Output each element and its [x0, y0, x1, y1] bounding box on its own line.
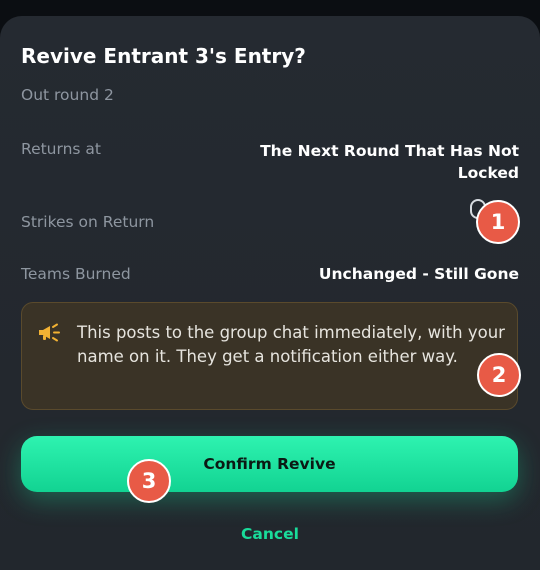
cancel-button[interactable]: Cancel	[0, 525, 540, 543]
returns-at-value: The Next Round That Has Not Locked	[260, 140, 519, 184]
returns-at-value-line2: Locked	[457, 164, 519, 182]
group-chat-notice: This posts to the group chat immediately…	[21, 302, 518, 410]
confirm-revive-button[interactable]: Confirm Revive	[21, 436, 518, 492]
dialog-title: Revive Entrant 3's Entry?	[21, 44, 306, 68]
annotation-badge-3: 3	[127, 459, 171, 503]
returns-at-label: Returns at	[21, 140, 102, 158]
annotation-badge-2: 2	[477, 353, 521, 397]
notice-text: This posts to the group chat immediately…	[77, 323, 505, 366]
returns-at-value-line1: The Next Round That Has Not	[260, 142, 519, 160]
strikes-label: Strikes on Return	[21, 213, 155, 231]
teams-burned-value: Unchanged - Still Gone	[318, 265, 519, 283]
annotation-badge-1: 1	[476, 200, 520, 244]
teams-burned-label: Teams Burned	[21, 265, 131, 283]
megaphone-icon	[37, 322, 63, 348]
dialog-subtitle: Out round 2	[21, 86, 114, 104]
